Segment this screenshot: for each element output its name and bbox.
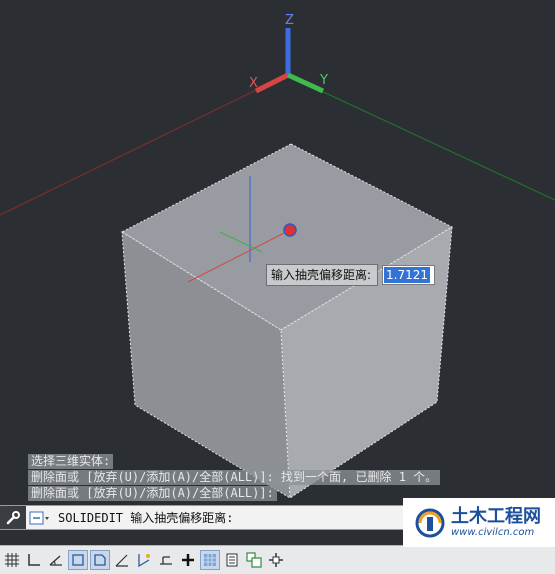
3d-osnap-button[interactable] xyxy=(90,550,110,570)
dynamic-input-prompt: 输入抽壳偏移距离: xyxy=(266,264,379,286)
otrack-button[interactable] xyxy=(112,550,132,570)
status-bar xyxy=(0,545,555,574)
polar-button[interactable] xyxy=(46,550,66,570)
ortho-icon xyxy=(28,554,40,566)
lineweight-icon xyxy=(182,554,194,566)
grid-icon xyxy=(5,553,19,567)
ucs-y-label: Y xyxy=(319,73,328,88)
ucs-icon: Z X Y xyxy=(249,13,328,94)
command-history: 选择三维实体: 删除面或 [放弃(U)/添加(A)/全部(ALL)]: 找到一个… xyxy=(28,454,441,502)
annotation-monitor-icon xyxy=(269,553,283,567)
osnap-button[interactable] xyxy=(68,550,88,570)
command-input[interactable]: SOLIDEDIT 输入抽壳偏移距离: xyxy=(54,509,233,526)
dynamic-input-field[interactable]: 1.7121 xyxy=(382,265,436,285)
customize-wrench-icon[interactable] xyxy=(0,506,26,529)
lineweight-button[interactable] xyxy=(178,550,198,570)
history-line: 删除面或 [放弃(U)/添加(A)/全部(ALL)]: xyxy=(28,486,277,501)
dyn-icon xyxy=(160,556,172,565)
ortho-button[interactable] xyxy=(24,550,44,570)
quick-properties-button[interactable] xyxy=(222,550,242,570)
ucs-z-label: Z xyxy=(285,13,294,28)
polar-icon xyxy=(49,555,62,566)
transparency-icon xyxy=(204,554,216,566)
selection-cycling-button[interactable] xyxy=(244,550,264,570)
ucs-x-label: X xyxy=(249,76,258,91)
civilcn-logo-icon xyxy=(415,508,445,537)
annotation-monitor-button[interactable] xyxy=(266,550,286,570)
history-line: 选择三维实体: xyxy=(28,454,114,469)
quick-properties-icon xyxy=(226,553,238,567)
grid-button[interactable] xyxy=(2,550,22,570)
otrack-icon xyxy=(115,554,128,567)
cursor-pick-icon xyxy=(283,223,297,237)
watermark: 土木工程网 www.civilcn.com xyxy=(403,498,555,547)
command-prompt-icon xyxy=(29,511,49,524)
history-line: 删除面或 [放弃(U)/添加(A)/全部(ALL)]: 找到一个面, 已删除 1… xyxy=(28,470,441,485)
recent-commands-button[interactable] xyxy=(26,506,54,529)
drawing-viewport[interactable]: Z X Y 输入抽壳偏移距离: 1.7121 选择三维实体: 删除面或 [放弃(… xyxy=(0,0,555,505)
watermark-url: www.civilcn.com xyxy=(451,526,535,538)
3d-osnap-icon xyxy=(94,554,106,566)
dyn-button[interactable] xyxy=(156,550,176,570)
osnap-icon xyxy=(72,554,84,566)
ducs-icon xyxy=(138,554,150,568)
watermark-title: 土木工程网 xyxy=(451,505,541,527)
dynamic-input-value[interactable]: 1.7121 xyxy=(384,267,431,283)
transparency-button[interactable] xyxy=(200,550,220,570)
model-space: Z X Y xyxy=(0,13,555,499)
ducs-button[interactable] xyxy=(134,550,154,570)
dynamic-input-tooltip: 输入抽壳偏移距离: 1.7121 xyxy=(266,264,436,286)
selection-cycling-icon xyxy=(246,552,262,568)
